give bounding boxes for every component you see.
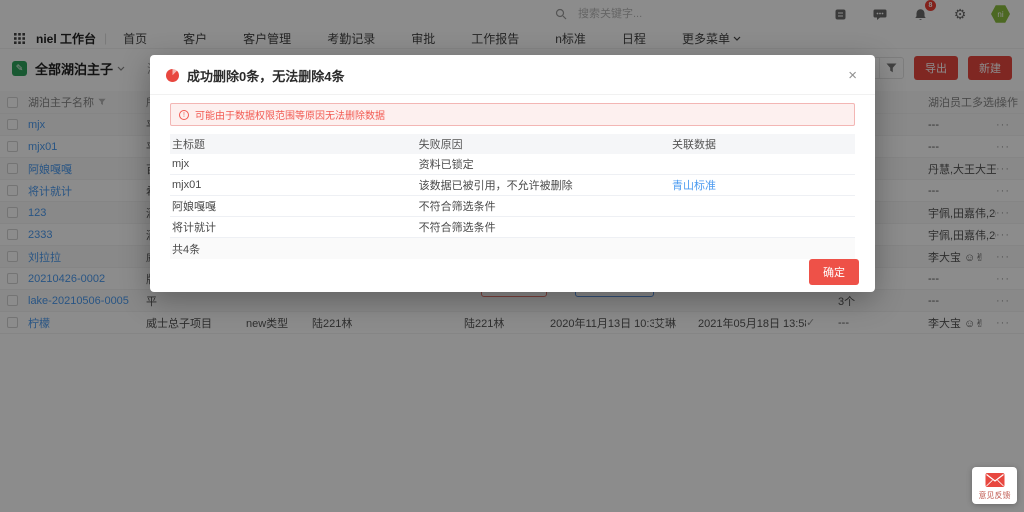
failure-row: mjx01 该数据已被引用，不允许被删除 青山标准	[170, 175, 855, 196]
screen: 8 ⚙ ni niel 工作台 | 首页 客户 客户管理 考勤记录 审批 工作报…	[0, 0, 1024, 512]
cell-reason: 该数据已被引用，不允许被删除	[417, 177, 670, 193]
delete-result-dialog: 成功删除0条，无法删除4条 × ! 可能由于数据权限范围等原因无法删除数据 主标…	[150, 55, 875, 292]
table-total-row: 共4条	[170, 238, 855, 259]
feedback-label: 意见反馈	[979, 490, 1011, 501]
warning-banner: ! 可能由于数据权限范围等原因无法删除数据	[170, 103, 855, 126]
col-main-title: 主标题	[170, 136, 417, 152]
failure-table-header: 主标题 失败原因 关联数据	[170, 134, 855, 154]
cell-title: mjx01	[170, 179, 417, 191]
warning-icon: !	[179, 110, 189, 120]
confirm-button[interactable]: 确定	[809, 259, 859, 285]
dialog-footer: 确定	[150, 259, 875, 297]
dialog-header: 成功删除0条，无法删除4条 ×	[150, 55, 875, 95]
cell-reason: 资料已锁定	[417, 156, 670, 172]
cell-title: 阿娘嘎嘎	[170, 198, 417, 214]
dialog-body: ! 可能由于数据权限范围等原因无法删除数据 主标题 失败原因 关联数据 mjx …	[150, 95, 875, 259]
feedback-widget[interactable]: 意见反馈	[972, 467, 1017, 504]
cell-title: mjx	[170, 158, 417, 170]
related-record-link[interactable]: 青山标准	[670, 177, 855, 193]
close-icon[interactable]: ×	[846, 68, 859, 83]
total-count: 共4条	[170, 241, 855, 257]
cell-reason: 不符合筛选条件	[417, 198, 670, 214]
col-related-data: 关联数据	[670, 136, 855, 152]
failure-row: mjx 资料已锁定	[170, 154, 855, 175]
warning-text: 可能由于数据权限范围等原因无法删除数据	[195, 107, 385, 122]
cell-title: 将计就计	[170, 219, 417, 235]
dialog-title: 成功删除0条，无法删除4条	[187, 66, 838, 85]
failure-row: 将计就计 不符合筛选条件	[170, 217, 855, 238]
envelope-icon	[985, 472, 1005, 488]
col-fail-reason: 失败原因	[417, 136, 670, 152]
failure-table: 主标题 失败原因 关联数据 mjx 资料已锁定 mjx01 该数据已被引用，不允…	[170, 134, 855, 259]
cell-reason: 不符合筛选条件	[417, 219, 670, 235]
delete-result-icon	[166, 69, 179, 82]
failure-row: 阿娘嘎嘎 不符合筛选条件	[170, 196, 855, 217]
